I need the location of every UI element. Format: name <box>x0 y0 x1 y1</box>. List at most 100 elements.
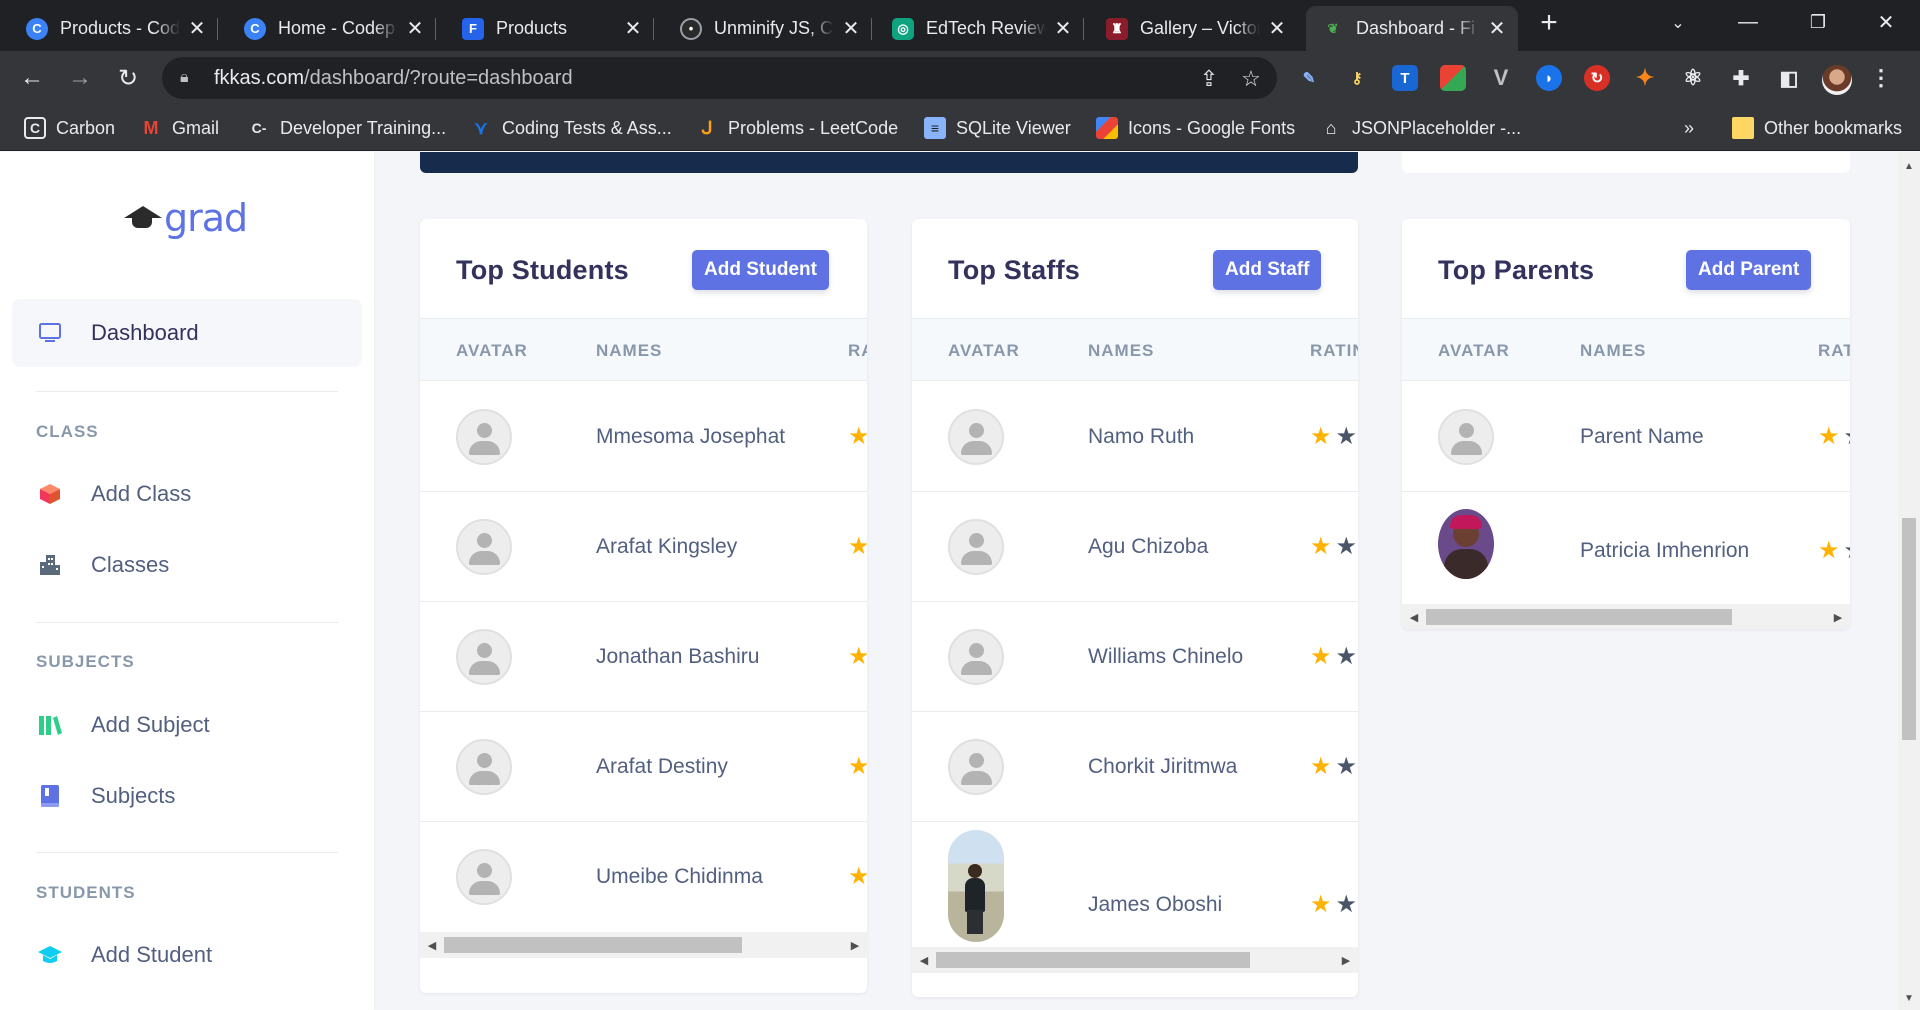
star-icon: ★ <box>1310 533 1332 560</box>
table-row: James Oboshi ★ ★ <box>912 822 1358 947</box>
scrollbar-thumb[interactable] <box>444 937 742 953</box>
page-vertical-scrollbar[interactable]: ▲ ▼ <box>1898 152 1920 1010</box>
sidebar-item-classes[interactable]: Classes <box>12 535 362 595</box>
scroll-up-icon[interactable]: ▲ <box>1903 160 1915 172</box>
side-panel-icon[interactable]: ◧ <box>1776 65 1802 91</box>
sidebar-item-add-subject[interactable]: Add Subject <box>12 695 362 755</box>
cube-icon <box>35 482 65 506</box>
overflow-label: » <box>1684 117 1695 138</box>
horizontal-scrollbar[interactable]: ◀ ▶ <box>1402 604 1850 629</box>
scrollbar-thumb[interactable] <box>1902 518 1916 740</box>
scroll-left-icon[interactable]: ◀ <box>916 952 932 968</box>
card-header: Top Staffs Add Staff <box>912 219 1358 319</box>
browser-tab[interactable]: ♜ Gallery – Victor ✕ <box>1090 6 1298 51</box>
menu-kebab-icon[interactable]: ⋮ <box>1868 65 1894 91</box>
key-extension-icon[interactable]: ⚷ <box>1344 65 1370 91</box>
address-bar[interactable]: 🔒︎ fkkas.com/dashboard/?route=dashboard … <box>162 57 1277 99</box>
scroll-left-icon[interactable]: ◀ <box>424 937 440 953</box>
bookmark-item[interactable]: ⋎ Coding Tests & Ass... <box>470 115 671 141</box>
bookmark-item[interactable]: M Gmail <box>140 115 220 141</box>
add-student-button[interactable]: Add Student <box>692 250 829 290</box>
browser-tab-active[interactable]: ❦ Dashboard - Fi ✕ <box>1306 6 1518 51</box>
scroll-right-icon[interactable]: ▶ <box>847 937 863 953</box>
coding-tests-icon: ⋎ <box>474 117 488 138</box>
bookmark-label: Icons - Google Fonts <box>1128 117 1296 138</box>
star-rating: ★★ <box>1310 645 1358 669</box>
sidebar-item-subjects[interactable]: Subjects <box>12 766 362 826</box>
scroll-right-icon[interactable]: ▶ <box>1830 609 1846 625</box>
tab-search-icon[interactable]: ⌄ <box>1648 0 1708 45</box>
close-icon[interactable]: ✕ <box>840 18 862 40</box>
reload-icon[interactable]: ↻ <box>110 60 146 96</box>
codepen-c-icon: C <box>244 17 266 40</box>
add-staff-button[interactable]: Add Staff <box>1213 250 1322 290</box>
pen-extension-icon[interactable]: ✎ <box>1296 65 1322 91</box>
close-icon[interactable]: ✕ <box>622 18 644 40</box>
stats-banner <box>420 152 1358 173</box>
browser-tab[interactable]: F Products ✕ <box>446 6 654 51</box>
metamask-extension-icon[interactable]: ✦ <box>1632 65 1658 91</box>
sidebar-item-dashboard[interactable]: Dashboard <box>12 299 362 367</box>
scrollbar-thumb[interactable] <box>936 952 1250 968</box>
redux-extension-icon[interactable]: ↻ <box>1584 65 1610 91</box>
share-icon[interactable]: ⇪ <box>1196 66 1222 92</box>
add-parent-button[interactable]: Add Parent <box>1686 250 1812 290</box>
trello-extension-icon[interactable]: T <box>1392 65 1418 91</box>
vue-extension-icon[interactable]: V <box>1488 65 1514 91</box>
staff-name: Williams Chinelo <box>1088 645 1244 668</box>
sidebar-item-add-student[interactable]: Add Student <box>12 925 362 985</box>
bookmark-item[interactable]: ᒍ Problems - LeetCode <box>696 115 898 141</box>
star-icon: ★ <box>1818 423 1840 450</box>
bookmark-item[interactable]: ⌂ JSONPlaceholder -... <box>1320 115 1522 141</box>
scroll-right-icon[interactable]: ▶ <box>1338 952 1354 968</box>
star-icon: ★ <box>1310 423 1332 450</box>
browser-tab[interactable]: C Home - Codep ✕ <box>228 6 436 51</box>
browser-tab[interactable]: • Unminify JS, C ✕ <box>664 6 872 51</box>
scrollbar-thumb[interactable] <box>1426 609 1732 625</box>
bookmark-item[interactable]: ≡ SQLite Viewer <box>924 115 1071 141</box>
back-arrow-icon[interactable]: ← <box>14 60 50 96</box>
framer-f-icon: F <box>462 17 484 40</box>
bookmark-item[interactable]: C- Developer Training... <box>248 115 446 141</box>
close-icon[interactable]: ✕ <box>1052 18 1074 40</box>
avatar-placeholder-icon <box>948 409 1004 465</box>
new-tab-button[interactable]: + <box>1520 0 1578 45</box>
brand-logo[interactable]: grad <box>122 196 248 240</box>
star-icon: ★ <box>1310 643 1332 670</box>
react-extension-icon[interactable]: ⚛ <box>1680 65 1706 91</box>
table-header: AVATAR NAMES RATIN <box>912 319 1358 381</box>
profile-avatar[interactable] <box>1822 65 1852 95</box>
restore-icon[interactable]: ❐ <box>1788 0 1848 45</box>
close-icon[interactable]: ✕ <box>186 18 208 40</box>
column-header-avatar: AVATAR <box>1438 341 1510 360</box>
column-header-rating: RATIN <box>1310 341 1358 360</box>
bookmarks-overflow-button[interactable]: » <box>1684 115 1694 141</box>
avatar-photo <box>1438 509 1494 579</box>
monitor-icon <box>35 321 65 345</box>
scroll-down-icon[interactable]: ▼ <box>1903 992 1915 1004</box>
sidebar-item-add-class[interactable]: Add Class <box>12 464 362 524</box>
minimize-icon[interactable]: — <box>1718 0 1778 45</box>
extensions-puzzle-icon[interactable]: ✚ <box>1728 65 1754 91</box>
column-header-avatar: AVATAR <box>456 341 528 360</box>
bookmark-item[interactable]: C Carbon <box>24 115 115 141</box>
other-bookmarks-folder[interactable]: Other bookmarks <box>1732 115 1902 141</box>
parent-name: Parent Name <box>1580 425 1704 448</box>
bookmark-item[interactable]: Icons - Google Fonts <box>1096 115 1295 141</box>
horizontal-scrollbar[interactable]: ◀ ▶ <box>912 947 1358 973</box>
horizontal-scrollbar[interactable]: ◀ ▶ <box>420 932 867 958</box>
close-icon[interactable]: ✕ <box>1266 18 1288 40</box>
close-icon[interactable]: ✕ <box>1486 18 1508 40</box>
forward-arrow-icon[interactable]: → <box>62 60 98 96</box>
column-header-rating: RAT <box>1818 341 1850 360</box>
browser-tab[interactable]: C Products - Cod ✕ <box>10 6 218 51</box>
scroll-left-icon[interactable]: ◀ <box>1406 609 1422 625</box>
color-picker-extension-icon[interactable] <box>1440 65 1466 91</box>
window-close-icon[interactable]: ✕ <box>1856 0 1916 45</box>
bookmark-star-icon[interactable]: ☆ <box>1238 66 1264 92</box>
close-icon[interactable]: ✕ <box>404 18 426 40</box>
star-icon: ★ <box>848 533 867 560</box>
table-row: Chorkit Jiritmwa ★ ★ <box>912 712 1358 822</box>
shield-extension-icon[interactable]: ◗ <box>1536 65 1562 91</box>
browser-tab[interactable]: ◎ EdTech Review ✕ <box>876 6 1084 51</box>
